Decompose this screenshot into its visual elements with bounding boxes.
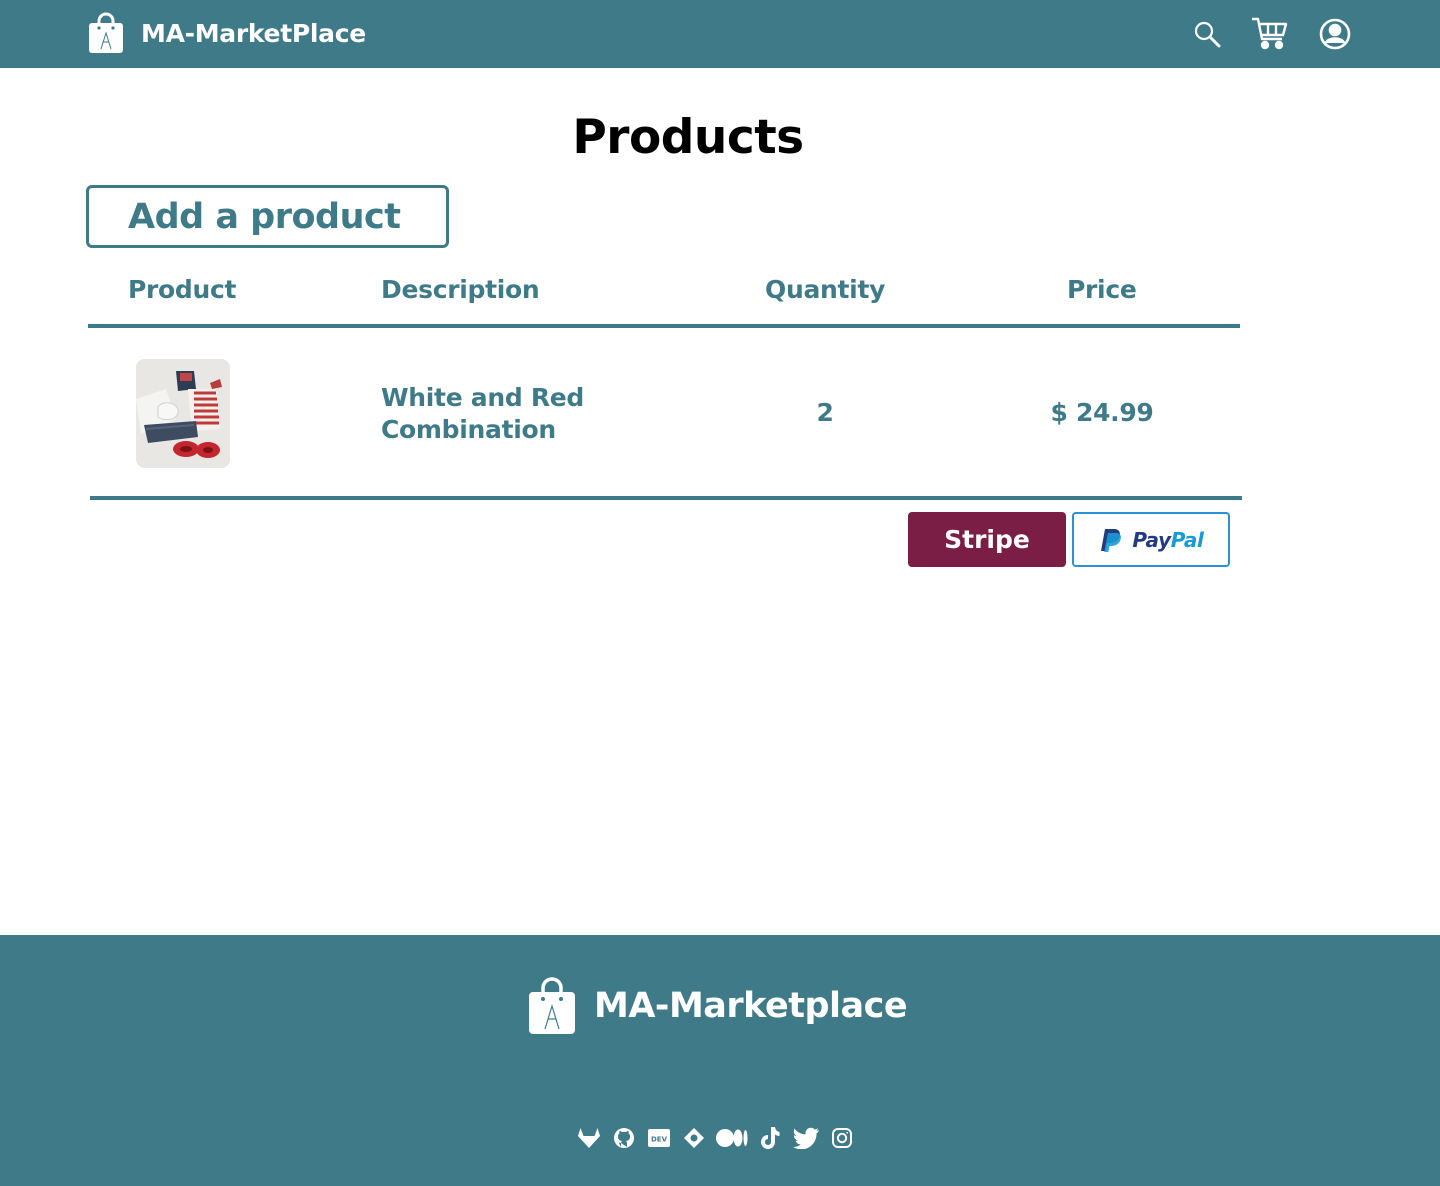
shopping-bag-logo-icon (89, 12, 123, 53)
product-thumbnail[interactable] (136, 359, 230, 468)
hashnode-icon[interactable] (681, 1125, 707, 1151)
column-header-price: Price (1067, 275, 1137, 304)
column-header-quantity: Quantity (765, 275, 886, 304)
add-product-button[interactable]: Add a product (86, 185, 449, 248)
dev-icon[interactable]: DEV (646, 1125, 672, 1151)
cart-icon[interactable] (1250, 14, 1290, 54)
product-price: $ 24.99 (1050, 398, 1154, 427)
search-icon[interactable] (1187, 14, 1227, 54)
medium-icon[interactable] (716, 1125, 748, 1151)
account-icon[interactable] (1315, 14, 1355, 54)
social-links: DEV (576, 1125, 864, 1151)
brand-link[interactable]: MA-MarketPlace (88, 12, 366, 54)
tiktok-icon[interactable] (757, 1125, 783, 1151)
twitter-icon[interactable] (792, 1125, 820, 1151)
shopping-bag-logo-icon (529, 977, 575, 1034)
paypal-checkout-button[interactable]: PayPal (1072, 512, 1230, 567)
column-header-product: Product (128, 275, 237, 304)
brand-name: MA-MarketPlace (141, 18, 366, 48)
top-navbar: MA-MarketPlace (0, 0, 1440, 68)
github-icon[interactable] (611, 1125, 637, 1151)
product-quantity: 2 (816, 398, 834, 427)
svg-text:DEV: DEV (651, 1136, 668, 1144)
product-description: White and Red Combination (381, 383, 585, 444)
table-bottom-divider (90, 496, 1242, 500)
stripe-checkout-button[interactable]: Stripe (908, 512, 1066, 567)
footer-brand-name: MA-Marketplace (594, 986, 908, 1026)
table-header-divider (88, 324, 1240, 328)
paypal-wordmark: PayPal (1132, 527, 1204, 552)
footer-brand[interactable]: MA-Marketplace (528, 977, 908, 1035)
instagram-icon[interactable] (829, 1125, 855, 1151)
paypal-logo-icon (1101, 528, 1122, 552)
gitlab-icon[interactable] (576, 1125, 602, 1151)
page-title: Products (572, 110, 804, 165)
column-header-description: Description (381, 275, 540, 304)
footer: MA-Marketplace DEV (0, 935, 1440, 1186)
